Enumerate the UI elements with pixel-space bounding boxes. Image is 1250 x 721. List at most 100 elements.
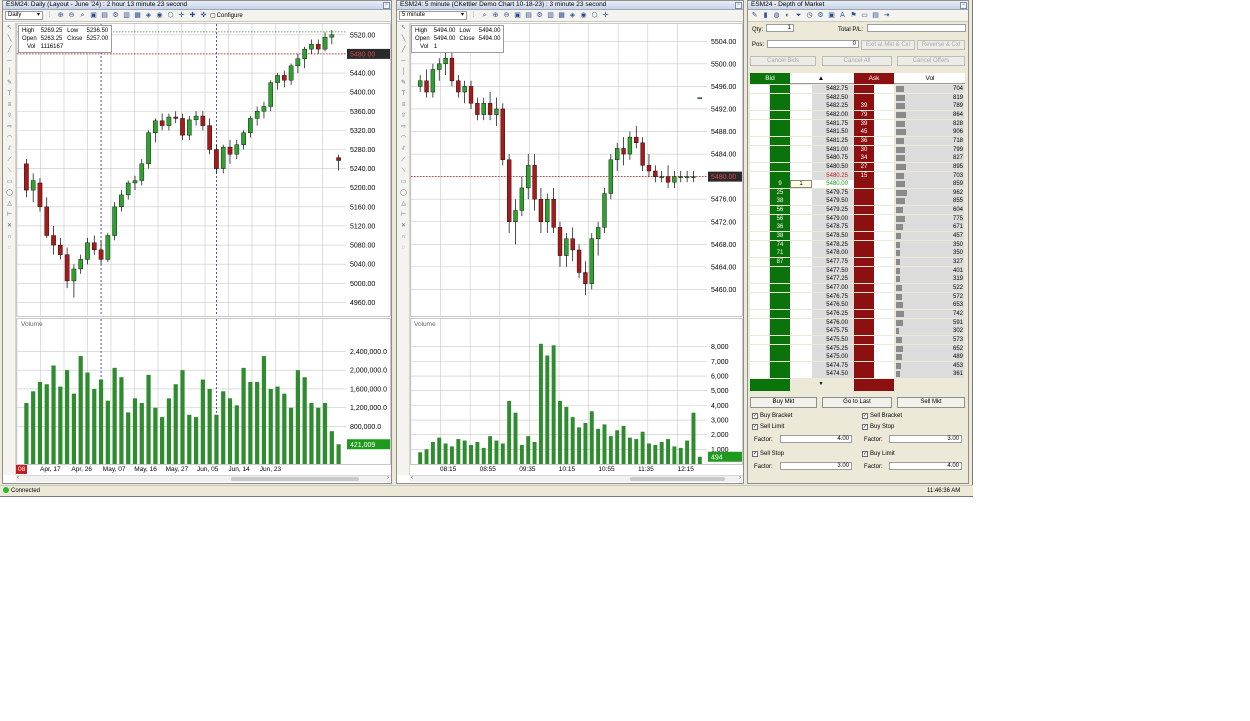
daily-horizontal-scrollbar[interactable]: ‹ › — [16, 475, 391, 482]
ask-size-cell[interactable] — [854, 93, 874, 102]
ask-size-cell[interactable] — [854, 370, 874, 379]
indicator-icon[interactable]: ▦ — [133, 11, 142, 20]
ask-sell-cell[interactable] — [874, 335, 894, 344]
bid-size-cell[interactable]: 71 — [770, 249, 790, 258]
ladder-row[interactable]: 56 5479.00 775 — [750, 214, 965, 223]
ask-sell-cell[interactable] — [874, 309, 894, 318]
ask-sell-cell[interactable] — [874, 162, 894, 171]
bid-size-cell[interactable]: 38 — [770, 197, 790, 206]
crosshair-icon[interactable]: ✛ — [177, 11, 186, 20]
buy-market-button[interactable]: Buy Mkt — [750, 397, 817, 408]
qty-stepper[interactable]: 1 — [766, 24, 794, 32]
bid-buy-cell[interactable] — [750, 275, 770, 284]
position-cell[interactable] — [790, 266, 812, 275]
eraser-icon[interactable]: ◌ — [398, 243, 409, 254]
alert-icon[interactable]: ◉ — [155, 11, 164, 20]
position-cell[interactable] — [790, 344, 812, 353]
position-cell[interactable] — [790, 249, 812, 258]
ask-size-cell[interactable] — [854, 249, 874, 258]
ask-size-cell[interactable] — [854, 361, 874, 370]
ask-sell-cell[interactable] — [874, 197, 894, 206]
ladder-row[interactable]: 5481.00 30 799 — [750, 145, 965, 154]
pointer-icon[interactable]: ↖ — [4, 23, 15, 34]
scroll-thumb[interactable] — [630, 477, 725, 481]
data-box-icon[interactable]: ▤ — [524, 11, 533, 20]
lock-icon[interactable]: ▣ — [513, 11, 522, 20]
fib-icon[interactable]: ≡ — [398, 100, 409, 111]
ladder-row[interactable]: 25 5479.75 962 — [750, 188, 965, 197]
bid-buy-cell[interactable] — [750, 249, 770, 258]
ladder-row[interactable]: 71 5478.00 350 — [750, 249, 965, 258]
position-cell[interactable] — [790, 309, 812, 318]
crosshair-icon[interactable]: ✛ — [601, 11, 610, 20]
bid-buy-cell[interactable] — [750, 171, 770, 180]
position-cell[interactable] — [790, 197, 812, 206]
position-cell[interactable] — [790, 136, 812, 145]
ask-sell-cell[interactable] — [874, 318, 894, 327]
bid-size-cell[interactable] — [770, 344, 790, 353]
sell-bracket-checkbox[interactable]: ✓ Sell Bracket — [862, 413, 902, 419]
bid-buy-cell[interactable] — [750, 188, 770, 197]
bid-size-cell[interactable] — [770, 145, 790, 154]
ask-size-cell[interactable] — [854, 188, 874, 197]
ask-sell-cell[interactable] — [874, 180, 894, 189]
configure-button[interactable]: ▢ Configure — [210, 12, 243, 20]
bid-size-cell[interactable]: 25 — [770, 188, 790, 197]
position-cell[interactable] — [790, 102, 812, 111]
intraday-price-panel[interactable]: 5504.00 5500.00 5496.00 5492.00 5488.00 5484.… — [410, 23, 743, 317]
ask-sell-cell[interactable] — [874, 154, 894, 163]
ask-size-cell[interactable]: 34 — [854, 154, 874, 163]
ask-sell-cell[interactable] — [874, 136, 894, 145]
bid-size-cell[interactable] — [770, 370, 790, 379]
ladder-row[interactable]: 5480.50 27 895 — [750, 162, 965, 171]
sell-limit-factor-stepper[interactable]: 4.00 — [780, 435, 852, 443]
ladder-row[interactable]: 5476.75 572 — [750, 292, 965, 301]
position-cell[interactable] — [790, 214, 812, 223]
bar-type-icon[interactable]: ⫶ — [45, 11, 54, 20]
gann-icon[interactable]: ⟋ — [398, 155, 409, 166]
ladder-up-icon[interactable]: ▲ — [810, 73, 832, 84]
bid-size-cell[interactable] — [770, 292, 790, 301]
delete-icon[interactable]: ✕ — [398, 221, 409, 232]
bid-size-cell[interactable] — [770, 93, 790, 102]
bar-type-icon[interactable]: ⫶ — [469, 11, 478, 20]
template-icon[interactable]: ▥ — [546, 11, 555, 20]
ladder-row[interactable]: 5481.50 45 906 — [750, 128, 965, 137]
ask-sell-cell[interactable] — [874, 128, 894, 137]
cancel-all-button[interactable]: Cancel All — [822, 56, 892, 66]
ladder-row[interactable]: 38 5479.50 855 — [750, 197, 965, 206]
bid-size-cell[interactable] — [770, 102, 790, 111]
position-cell[interactable] — [790, 258, 812, 266]
bid-size-cell[interactable] — [770, 154, 790, 163]
rectangle-icon[interactable]: ▭ — [4, 177, 15, 188]
position-cell[interactable] — [790, 240, 812, 249]
ask-size-cell[interactable] — [854, 214, 874, 223]
ask-size-cell[interactable]: 45 — [854, 128, 874, 137]
bid-buy-cell[interactable] — [750, 309, 770, 318]
ask-size-cell[interactable] — [854, 301, 874, 310]
bid-buy-cell[interactable] — [750, 206, 770, 215]
ask-sell-cell[interactable] — [874, 301, 894, 310]
flag-icon[interactable]: ⚑ — [849, 11, 858, 20]
scroll-right-icon[interactable]: › — [387, 475, 389, 481]
vline-icon[interactable]: │ — [4, 67, 15, 78]
bid-size-cell[interactable]: 36 — [770, 223, 790, 232]
ladder-row[interactable]: 5475.25 652 — [750, 344, 965, 353]
bid-size-cell[interactable]: 9 — [770, 180, 790, 189]
bid-size-cell[interactable] — [770, 309, 790, 318]
ask-size-cell[interactable] — [854, 258, 874, 266]
ask-sell-cell[interactable] — [874, 223, 894, 232]
bid-buy-cell[interactable] — [750, 344, 770, 353]
bid-size-cell[interactable] — [770, 283, 790, 292]
ladder-row[interactable]: 5481.75 39 828 — [750, 119, 965, 128]
reverse-button[interactable]: Reverse & Cxl — [917, 40, 965, 50]
bid-size-cell[interactable] — [770, 110, 790, 119]
position-cell[interactable] — [790, 353, 812, 362]
scroll-left-icon[interactable]: ‹ — [17, 475, 19, 481]
ladder-row[interactable]: 9 1 5480.00 859 — [750, 180, 965, 189]
ask-size-cell[interactable] — [854, 180, 874, 189]
account-icon[interactable]: ◐ — [783, 11, 792, 20]
bid-buy-cell[interactable] — [750, 145, 770, 154]
bid-buy-cell[interactable] — [750, 128, 770, 137]
ladder-row[interactable]: 5480.25 15 703 — [750, 171, 965, 180]
